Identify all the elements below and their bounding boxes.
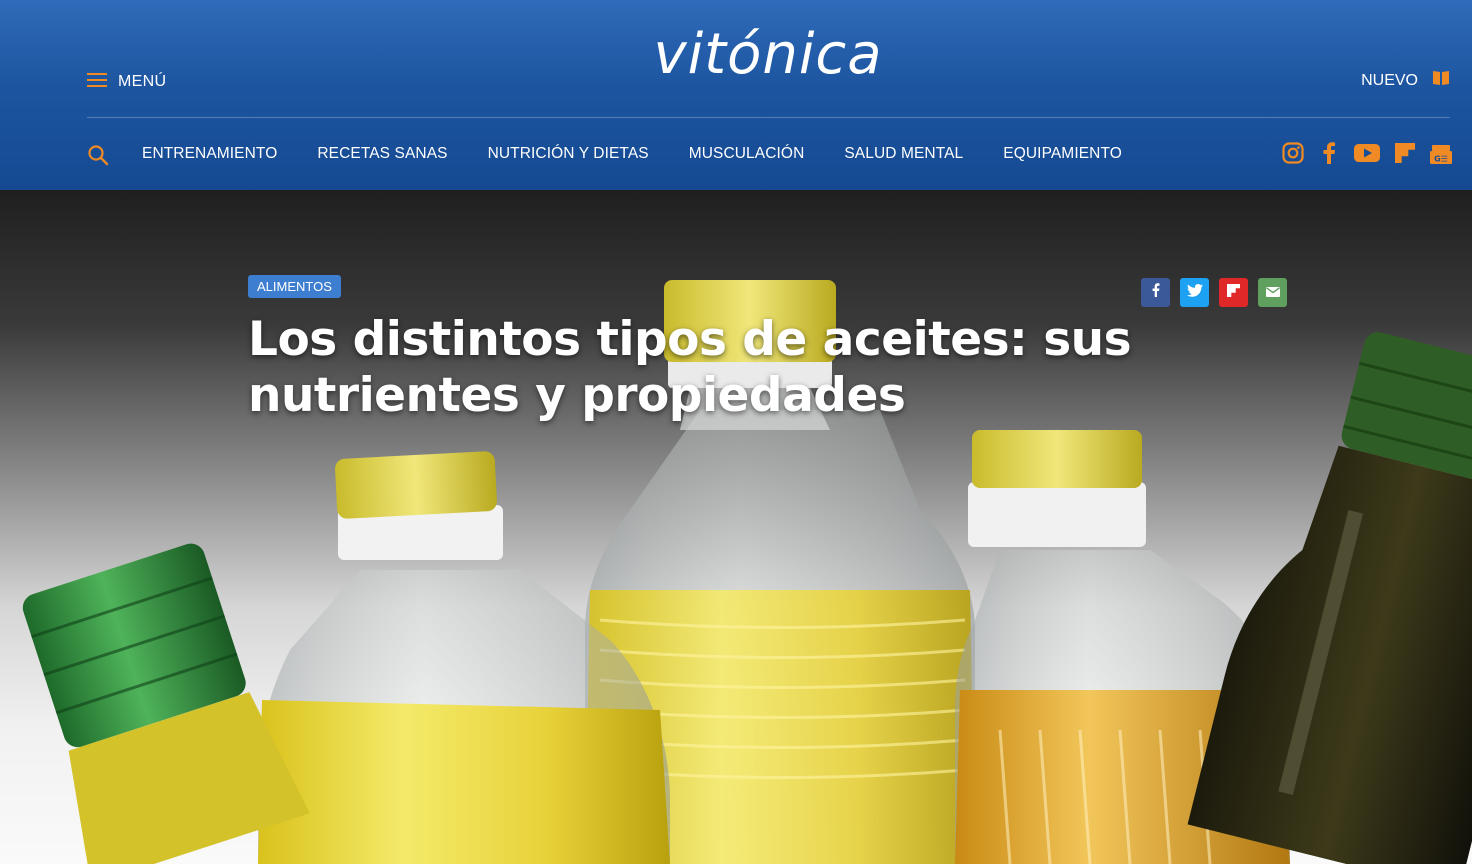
flipboard-icon — [1227, 283, 1240, 302]
header-top-row: MENÚ vitónica NUEVO — [0, 0, 1472, 117]
google-news-icon[interactable]: G☰ — [1430, 142, 1452, 164]
share-twitter-button[interactable] — [1180, 278, 1209, 307]
twitter-icon — [1186, 283, 1203, 302]
email-icon — [1265, 284, 1280, 302]
main-nav: ENTRENAMIENTO RECETAS SANAS NUTRICIÓN Y … — [0, 118, 1472, 190]
book-icon — [1432, 70, 1450, 91]
nav-item-recetas-sanas[interactable]: RECETAS SANAS — [317, 145, 447, 163]
nav-item-equipamiento[interactable]: EQUIPAMIENTO — [1003, 145, 1122, 163]
article-title: Los distintos tipos de aceites: sus nutr… — [248, 312, 1132, 423]
site-header: MENÚ vitónica NUEVO ENTRENAMIENTO RECETA… — [0, 0, 1472, 190]
hero-section: ALIMENTOS Los distintos tipos de aceites… — [0, 190, 1472, 864]
facebook-icon — [1152, 283, 1160, 302]
nuevo-label: NUEVO — [1361, 71, 1418, 89]
search-icon[interactable] — [87, 144, 109, 166]
nav-item-salud-mental[interactable]: SALUD MENTAL — [844, 145, 963, 163]
nav-item-nutricion-y-dietas[interactable]: NUTRICIÓN Y DIETAS — [488, 145, 649, 163]
nav-items: ENTRENAMIENTO RECETAS SANAS NUTRICIÓN Y … — [142, 118, 1122, 190]
svg-text:G☰: G☰ — [1434, 155, 1448, 164]
site-logo[interactable]: vitónica — [0, 22, 1472, 87]
youtube-icon[interactable] — [1354, 142, 1380, 164]
share-facebook-button[interactable] — [1141, 278, 1170, 307]
instagram-icon[interactable] — [1282, 142, 1304, 164]
share-email-button[interactable] — [1258, 278, 1287, 307]
share-flipboard-button[interactable] — [1219, 278, 1248, 307]
share-buttons — [1141, 278, 1287, 307]
flipboard-icon[interactable] — [1394, 142, 1416, 164]
facebook-icon[interactable] — [1318, 142, 1340, 164]
social-links: G☰ — [1282, 142, 1452, 164]
nav-item-musculacion[interactable]: MUSCULACIÓN — [689, 145, 805, 163]
nuevo-button[interactable]: NUEVO — [1361, 70, 1450, 91]
nav-item-entrenamiento[interactable]: ENTRENAMIENTO — [142, 145, 277, 163]
category-tag[interactable]: ALIMENTOS — [248, 275, 341, 298]
